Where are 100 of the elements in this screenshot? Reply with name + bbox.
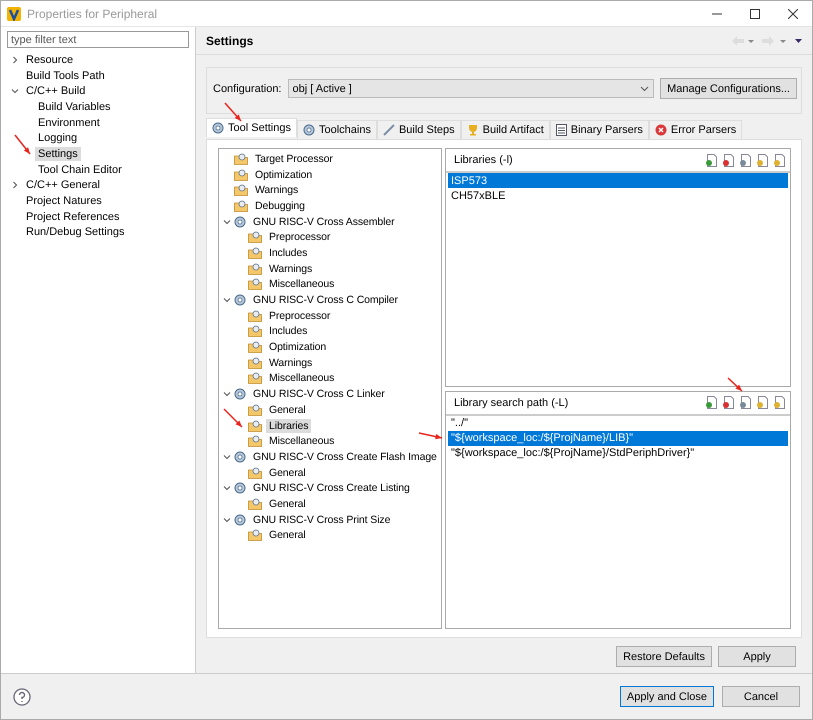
help-icon[interactable] xyxy=(13,688,31,706)
list-item[interactable]: "${workspace_loc:/${ProjName}/LIB}" xyxy=(448,430,788,446)
gear-icon xyxy=(212,122,224,134)
expanded-caret-icon[interactable] xyxy=(223,218,231,226)
add-icon[interactable] xyxy=(705,154,718,166)
tab[interactable]: Build Steps xyxy=(376,120,461,139)
maximize-icon[interactable] xyxy=(750,8,760,18)
chevron-down-icon xyxy=(640,86,650,92)
nav-item[interactable]: Build Tools Path xyxy=(23,68,108,83)
tab[interactable]: Build Artifact xyxy=(460,120,550,139)
tool-tree-item[interactable]: GNU RISC-V Cross Create Listing xyxy=(250,481,413,496)
nav-item[interactable]: Settings xyxy=(35,146,81,161)
collapsed-caret-icon[interactable] xyxy=(11,56,19,64)
tool-tree-item[interactable]: Target Processor xyxy=(252,152,336,166)
gear-icon xyxy=(234,514,246,526)
tab[interactable]: Toolchains xyxy=(296,120,377,139)
nav-item[interactable]: Build Variables xyxy=(35,100,114,114)
folder-gear-icon xyxy=(234,184,248,196)
tool-tree-item[interactable]: General xyxy=(266,496,309,511)
page-button[interactable]: Restore Defaults xyxy=(616,646,712,667)
tool-tree-item[interactable]: Libraries xyxy=(266,418,312,433)
tool-tree-item[interactable]: Optimization xyxy=(266,340,330,354)
tool-tree-item[interactable]: GNU RISC-V Cross Print Size xyxy=(250,512,394,527)
folder-gear-icon xyxy=(248,246,262,259)
tool-tree-item[interactable]: GNU RISC-V Cross Create Flash Image xyxy=(250,450,440,464)
page-button[interactable]: Apply xyxy=(718,646,796,667)
tool-tree-item[interactable]: General xyxy=(266,466,309,480)
tool-tree-item[interactable]: Debugging xyxy=(252,198,308,213)
tool-tree-item[interactable]: Warnings xyxy=(266,262,316,276)
delete-icon[interactable] xyxy=(722,396,735,409)
nav-item[interactable]: Run/Debug Settings xyxy=(23,225,128,240)
gear-icon xyxy=(234,388,246,400)
tool-tree-item[interactable]: General xyxy=(266,402,309,417)
tool-tree-item[interactable]: General xyxy=(266,528,309,542)
tool-tree-item[interactable]: Warnings xyxy=(266,356,316,370)
gear-icon xyxy=(234,450,246,463)
list-item[interactable]: "${workspace_loc:/${ProjName}/StdPeriphDriver}" xyxy=(448,446,788,460)
annotation-arrow xyxy=(221,406,245,430)
edit-icon[interactable] xyxy=(739,396,752,409)
nav-item[interactable]: Logging xyxy=(35,131,80,146)
expanded-caret-icon[interactable] xyxy=(223,390,231,398)
delete-icon[interactable] xyxy=(722,154,735,166)
expanded-caret-icon[interactable] xyxy=(11,87,19,96)
tool-tree-item[interactable]: GNU RISC-V Cross Assembler xyxy=(250,214,398,229)
tool-tree-item[interactable]: Optimization xyxy=(252,168,316,182)
tool-tree-item[interactable]: Includes xyxy=(266,246,310,260)
nav-item[interactable]: Project Natures xyxy=(23,194,105,208)
nav-item[interactable]: C/C++ General xyxy=(23,178,103,192)
folder-gear-icon xyxy=(248,310,262,322)
list-item[interactable]: ISP573 xyxy=(448,173,788,188)
nav-item[interactable]: C/C++ Build xyxy=(23,84,88,98)
annotation-arrow xyxy=(222,100,244,124)
expanded-caret-icon[interactable] xyxy=(223,452,231,461)
nav-item[interactable]: Tool Chain Editor xyxy=(35,162,125,177)
nav-item[interactable]: Environment xyxy=(35,116,103,130)
annotation-arrow xyxy=(416,430,445,441)
move-up-icon[interactable] xyxy=(756,154,769,166)
expanded-caret-icon[interactable] xyxy=(223,296,231,304)
folder-gear-icon xyxy=(248,325,262,338)
nav-item[interactable]: Project References xyxy=(23,210,123,224)
tab[interactable]: Error Parsers xyxy=(648,120,742,139)
manage-configurations-button[interactable]: Manage Configurations... xyxy=(660,78,797,99)
edit-icon[interactable] xyxy=(739,154,752,166)
tab[interactable]: Tool Settings xyxy=(206,118,297,137)
list-item[interactable]: CH57xBLE xyxy=(448,188,788,203)
close-icon[interactable] xyxy=(788,8,798,18)
folder-gear-icon xyxy=(248,278,262,290)
filter-field[interactable]: type filter text xyxy=(7,31,189,48)
tab[interactable]: Binary Parsers xyxy=(550,120,649,139)
folder-gear-icon xyxy=(234,168,248,181)
tool-tree-item[interactable]: GNU RISC-V Cross C Compiler xyxy=(250,293,401,308)
folder-gear-icon xyxy=(248,420,262,432)
navigation-arrows-icon[interactable] xyxy=(732,36,802,46)
gear-icon xyxy=(234,482,246,494)
expanded-caret-icon[interactable] xyxy=(223,516,231,524)
folder-gear-icon xyxy=(248,341,262,354)
expanded-caret-icon[interactable] xyxy=(223,484,231,492)
move-down-icon[interactable] xyxy=(773,396,786,409)
collapsed-caret-icon[interactable] xyxy=(11,181,19,190)
nav-item[interactable]: Resource xyxy=(23,52,76,67)
dialog-button[interactable]: Cancel xyxy=(722,686,800,707)
move-down-icon[interactable] xyxy=(773,154,786,166)
dialog-button[interactable]: Apply and Close xyxy=(620,686,714,707)
add-icon[interactable] xyxy=(705,396,718,409)
tool-tree-item[interactable]: Miscellaneous xyxy=(266,371,338,386)
tool-tree-item[interactable]: Miscellaneous xyxy=(266,277,338,292)
move-up-icon[interactable] xyxy=(756,396,769,409)
tool-tree-item[interactable]: Includes xyxy=(266,324,310,338)
error-icon xyxy=(654,124,667,136)
tool-tree-item[interactable]: Miscellaneous xyxy=(266,434,338,448)
configuration-dropdown[interactable]: obj [ Active ] xyxy=(288,79,654,98)
wand-icon xyxy=(382,124,395,136)
tool-tree-item[interactable]: Preprocessor xyxy=(266,308,334,323)
trophy-icon xyxy=(466,124,479,136)
tool-tree-item[interactable]: Preprocessor xyxy=(266,230,334,244)
tool-tree-item[interactable]: Warnings xyxy=(252,183,302,198)
folder-gear-icon xyxy=(248,498,262,510)
list-item[interactable]: "../" xyxy=(448,416,788,430)
tool-tree-item[interactable]: GNU RISC-V Cross C Linker xyxy=(250,387,388,402)
document-icon xyxy=(556,124,567,136)
